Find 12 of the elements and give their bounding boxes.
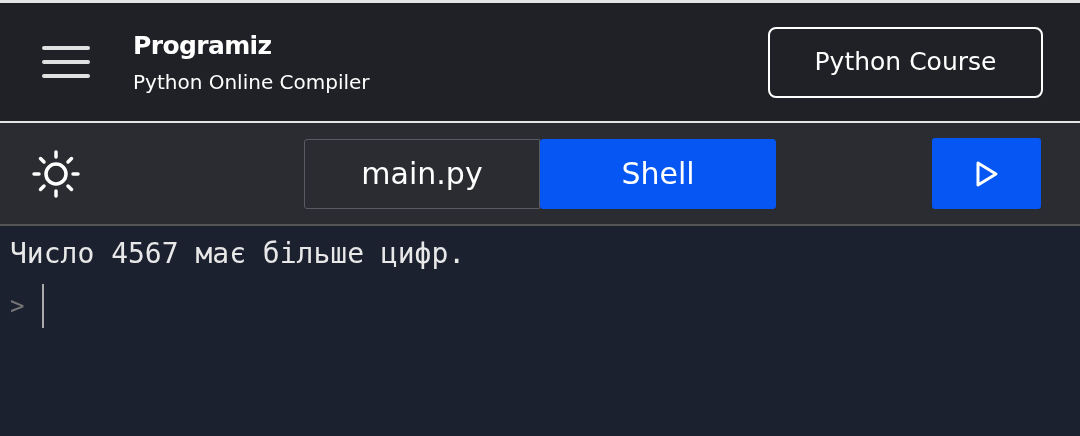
file-tab[interactable]: main.py [304, 138, 540, 209]
text-cursor [42, 284, 45, 328]
file-tab[interactable]: Shell [540, 138, 776, 209]
subtitle: Python Online Compiler [133, 71, 370, 92]
play-icon [974, 159, 999, 188]
prompt-symbol: > [10, 291, 25, 322]
logo[interactable]: Programiz [133, 32, 370, 58]
menu-icon[interactable] [42, 45, 90, 79]
sun-icon[interactable] [32, 149, 80, 198]
course-button[interactable]: Python Course [768, 26, 1043, 98]
console-output: Число 4567 має більше цифр. [10, 236, 467, 272]
run-button[interactable] [932, 138, 1041, 209]
